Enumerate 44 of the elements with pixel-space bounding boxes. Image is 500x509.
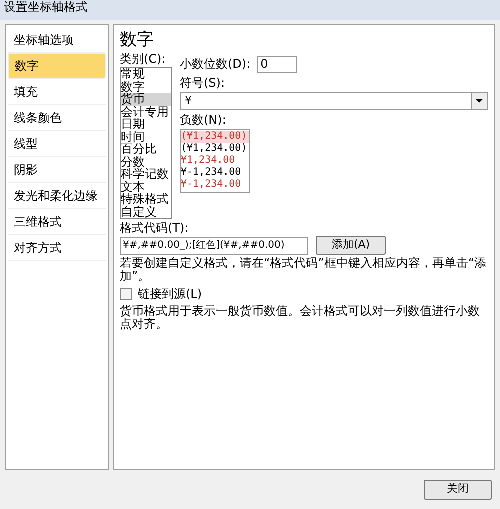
symbol-label: 符号(S): [180, 75, 226, 92]
format-code-field[interactable]: ¥#,##0.00_);[红色](¥#,##0.00) [120, 236, 308, 254]
decimals-label: 小数位数(D): [180, 56, 251, 73]
window-title: 设置坐标轴格式 [3, 0, 89, 16]
format-code-label: 格式代码(T): [120, 220, 190, 236]
sidebar-item[interactable]: 线条颜色 [8, 105, 106, 131]
negative-item[interactable]: (¥1,234.00) [181, 143, 249, 155]
panel-heading: 数字 [120, 29, 155, 51]
close-button[interactable]: 关闭 [424, 480, 492, 500]
negative-item[interactable]: ¥-1,234.00 [181, 179, 249, 191]
symbol-dropdown[interactable]: ¥ [180, 92, 488, 110]
negative-item[interactable]: (¥1,234.00) [181, 131, 249, 143]
hint-text: 若要创建自定义格式，请在“格式代码”框中键入相应内容，再单击“添加”。 [120, 257, 488, 283]
category-item[interactable]: 自定义 [121, 206, 171, 218]
sidebar-item[interactable]: 数字 [8, 53, 106, 79]
category-item[interactable]: 文本 [121, 180, 171, 193]
category-label: 类别(C): [120, 51, 167, 67]
sidebar-item[interactable]: 线型 [8, 131, 106, 157]
add-button[interactable]: 添加(A) [316, 236, 386, 255]
category-item[interactable]: 数字 [121, 80, 171, 93]
category-item[interactable]: 货币 [121, 93, 171, 106]
sidebar-item[interactable]: 三维格式 [8, 209, 106, 235]
category-item[interactable]: 特殊格式 [121, 193, 171, 206]
negative-item[interactable]: ¥1,234.00 [181, 155, 249, 167]
negative-list[interactable]: (¥1,234.00) (¥1,234.00) ¥1,234.00 ¥-1,234.00 ¥-1,234.00 [180, 129, 250, 193]
sidebar-item[interactable]: 发光和柔化边缘 [8, 183, 106, 209]
description-text: 货币格式用于表示一般货币数值。会计格式可以对一列数值进行小数点对齐。 [120, 305, 481, 331]
sidebar-item[interactable]: 填充 [8, 79, 106, 105]
decimals-field[interactable]: 0 [256, 56, 297, 72]
sidebar-item[interactable]: 对齐方式 [8, 235, 106, 261]
category-item[interactable]: 科学记数 [121, 168, 171, 180]
negative-item[interactable]: ¥-1,234.00 [181, 167, 249, 179]
symbol-value: ¥ [185, 92, 192, 109]
category-item[interactable]: 日期 [121, 118, 171, 130]
category-item[interactable]: 分数 [121, 156, 171, 168]
category-item[interactable]: 会计专用 [121, 106, 171, 118]
link-source-label: 链接到源(L) [138, 286, 202, 303]
category-item[interactable]: 百分比 [121, 143, 171, 156]
category-item[interactable]: 常规 [121, 68, 171, 80]
sidebar-item[interactable]: 阴影 [8, 157, 106, 183]
category-item[interactable]: 时间 [121, 130, 171, 143]
category-list[interactable]: 常规 数字 货币 会计专用 日期 时间 百分比 分数 科学记数 文本 特殊格式 自定义 [120, 67, 172, 219]
link-source-checkbox[interactable] [120, 288, 132, 300]
negative-label: 负数(N): [180, 112, 228, 129]
